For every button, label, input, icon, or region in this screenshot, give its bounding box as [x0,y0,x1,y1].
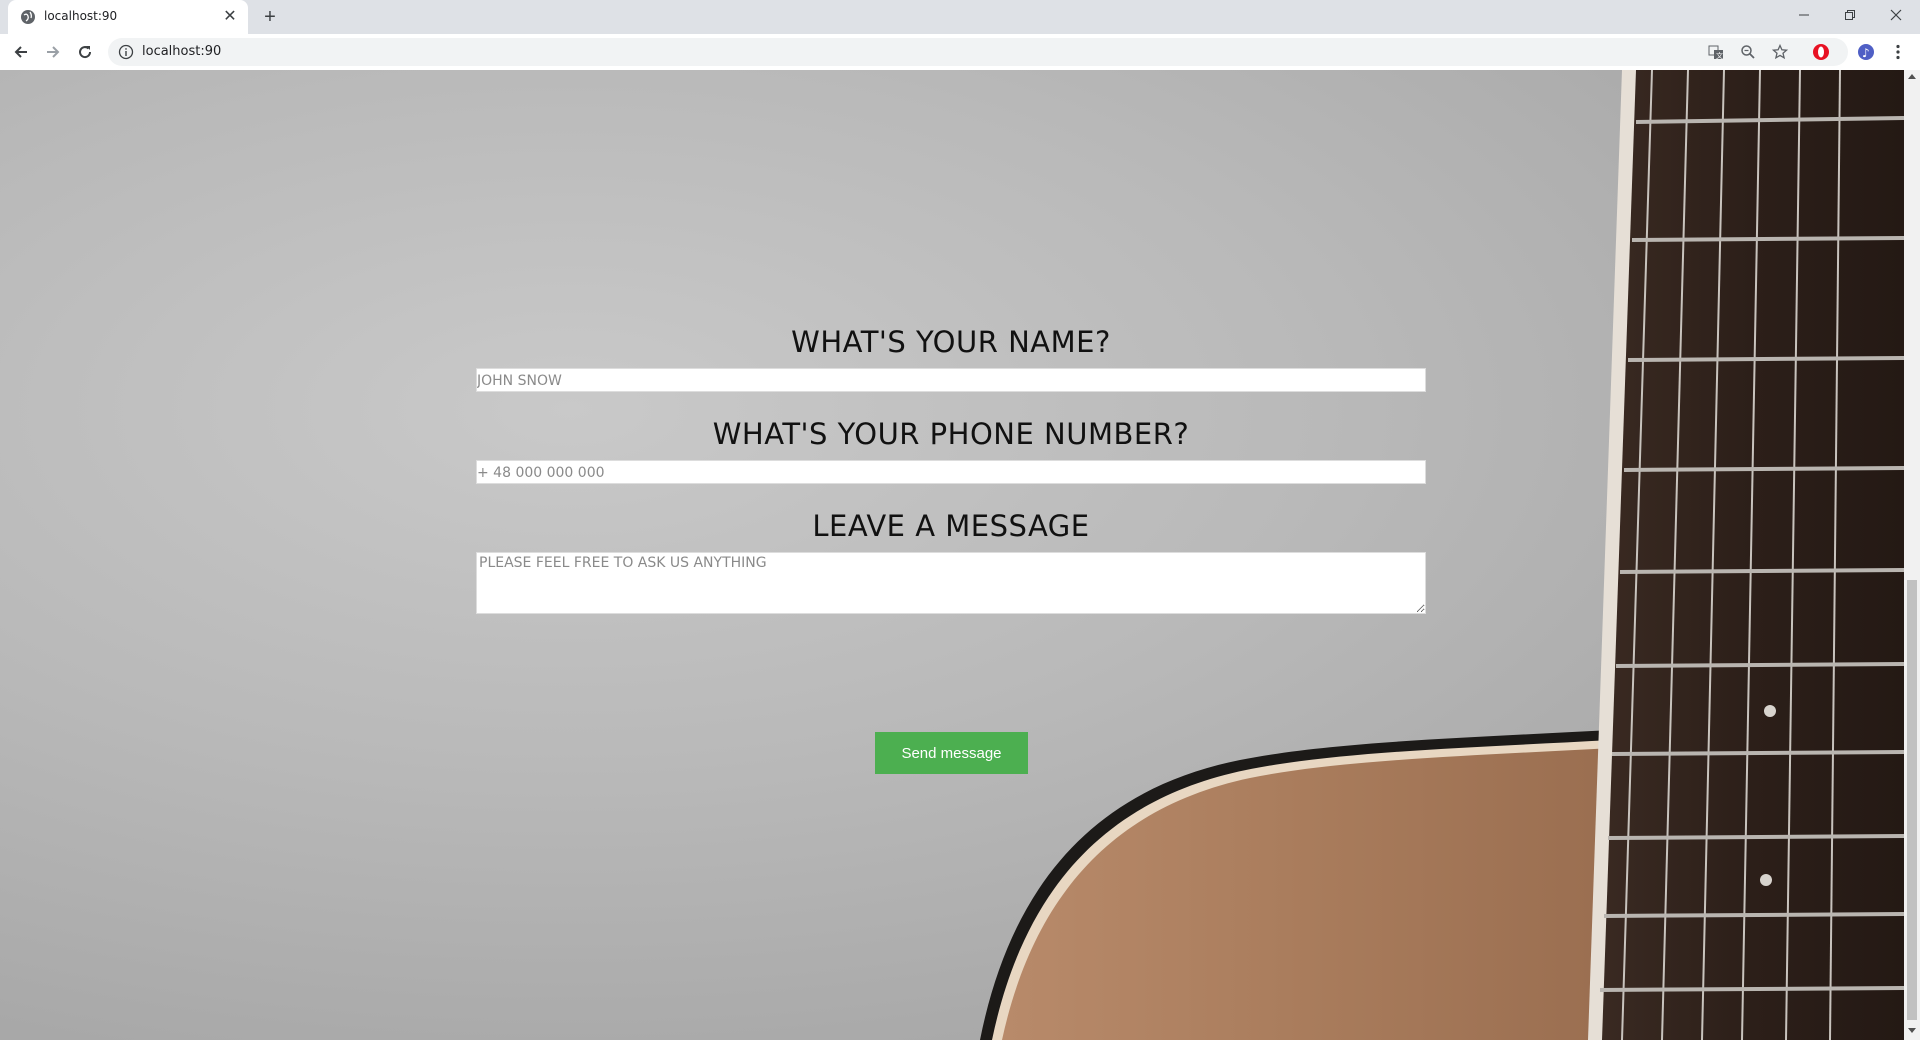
back-button[interactable] [10,41,32,63]
globe-icon [21,10,35,24]
contact-form: WHAT'S YOUR NAME? WHAT'S YOUR PHONE NUMB… [476,320,1426,614]
reload-icon [79,46,92,59]
minimize-button[interactable] [1781,0,1827,30]
send-message-button[interactable]: Send message [875,732,1028,774]
opera-icon[interactable] [1812,43,1830,61]
message-heading: LEAVE A MESSAGE [812,509,1090,543]
music-extension-logo: ♪ [1858,44,1874,60]
restore-button[interactable] [1827,0,1873,30]
url-text[interactable]: localhost:90 [142,44,221,59]
music-icon[interactable]: ♪ [1857,43,1875,61]
menu-icon[interactable] [1889,43,1907,61]
zoom-icon[interactable] [1740,44,1756,60]
forward-button[interactable] [42,41,64,63]
info-icon[interactable] [118,44,134,60]
address-bar[interactable]: localhost:90 文 [108,38,1848,66]
forward-icon [47,46,60,58]
star-icon[interactable] [1772,44,1788,60]
scroll-down-arrow-icon[interactable] [1908,1028,1916,1033]
phone-heading: WHAT'S YOUR PHONE NUMBER? [712,417,1190,451]
close-icon[interactable]: ✕ [220,7,240,27]
name-input[interactable] [476,368,1426,392]
plus-icon[interactable]: + [258,5,282,29]
back-icon [14,46,27,58]
browser-toolbar: localhost:90 文 ♪ [0,34,1920,71]
tab-strip: localhost:90 ✕ + [0,0,1920,34]
opera-logo [1813,44,1829,60]
phone-input[interactable] [476,460,1426,484]
restore-icon [1845,10,1855,20]
page-scrollbar[interactable] [1904,70,1920,1040]
window-close-button[interactable] [1873,0,1919,30]
scrollbar-thumb[interactable] [1907,580,1917,1020]
svg-text:♪: ♪ [1862,46,1870,60]
message-textarea[interactable] [476,552,1426,614]
tab-title: localhost:90 [44,9,118,23]
name-heading: WHAT'S YOUR NAME? [791,325,1111,359]
browser-tab[interactable]: localhost:90 ✕ [8,0,248,34]
page-viewport: WHAT'S YOUR NAME? WHAT'S YOUR PHONE NUMB… [0,70,1904,1040]
reload-button[interactable] [74,41,96,63]
scroll-up-arrow-icon[interactable] [1908,74,1916,79]
kebab-menu-icon [1896,44,1900,60]
minimize-icon [1799,14,1809,16]
translate-icon[interactable]: 文 [1708,44,1724,60]
window-close-icon [1890,9,1902,21]
svg-text:文: 文 [1716,51,1723,60]
